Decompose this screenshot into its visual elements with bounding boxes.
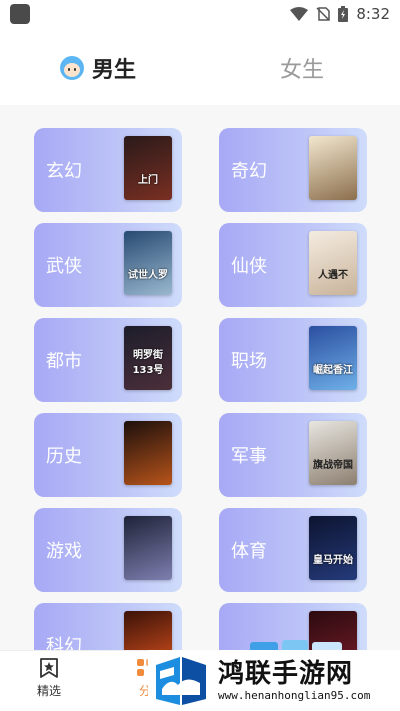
category-label: 职场 (231, 351, 267, 372)
status-time: 8:32 (356, 5, 390, 23)
cover-title: 旗战帝国 (313, 460, 353, 471)
wifi-icon (290, 7, 309, 21)
category-card[interactable]: 游戏 (34, 508, 182, 592)
book-cover (124, 516, 172, 580)
category-card[interactable]: 都市 明罗街133号 (34, 318, 182, 402)
notification-icon (10, 4, 30, 24)
category-label: 军事 (231, 446, 267, 467)
category-card[interactable]: 武侠 试世人罗 (34, 223, 182, 307)
status-bar: 8:32 (0, 0, 400, 28)
watermark: 鸿联手游网 www.henanhonglian95.com (148, 650, 400, 711)
category-label: 都市 (46, 351, 82, 372)
category-card[interactable]: 职场 崛起香江 (219, 318, 367, 402)
nav-featured-label: 精选 (36, 684, 61, 698)
book-cover (124, 421, 172, 485)
category-card[interactable]: 奇幻 (219, 128, 367, 212)
cover-title: 人遇不 (318, 270, 348, 281)
screen: 8:32 男生 女生 玄幻 上门 奇幻 武侠 试世人罗 仙侠 人遇不 都市 明罗… (0, 0, 400, 711)
category-label: 奇幻 (231, 161, 267, 182)
battery-icon (338, 6, 349, 22)
tab-female[interactable]: 女生 (280, 52, 324, 84)
book-cover (124, 611, 172, 650)
book-cover: 试世人罗 (124, 231, 172, 295)
book-cover: 旗战帝国 (309, 421, 357, 485)
category-card[interactable]: 科幻 (34, 603, 182, 650)
category-card[interactable]: 历史 (34, 413, 182, 497)
tab-female-label: 女生 (280, 58, 325, 83)
no-sim-icon (316, 7, 331, 21)
watermark-name: 鸿联手游网 (218, 659, 354, 689)
book-cover: 上门 (124, 136, 172, 200)
tab-male-label: 男生 (92, 58, 137, 83)
category-label: 科幻 (46, 636, 82, 650)
cover-title: 上门 (138, 175, 158, 186)
boy-avatar-icon (60, 56, 84, 80)
category-label: 游戏 (46, 541, 82, 562)
book-cover: 皇马开始 (309, 516, 357, 580)
category-card[interactable]: 仙侠 人遇不 (219, 223, 367, 307)
category-label: 体育 (231, 541, 267, 562)
cover-title: 明罗街133号 (132, 350, 164, 376)
watermark-url: www.henanhonglian95.com (218, 689, 371, 702)
category-label: 武侠 (46, 256, 82, 277)
gender-tabs: 男生 女生 (0, 40, 400, 100)
nav-featured[interactable]: 精选 (24, 657, 74, 699)
book-cover: 明罗街133号 (124, 326, 172, 390)
category-card[interactable]: 体育 皇马开始 (219, 508, 367, 592)
tab-male[interactable]: 男生 (60, 52, 136, 84)
cover-title: 崛起香江 (313, 365, 353, 376)
star-bookmark-icon (40, 658, 58, 678)
cover-title: 试世人罗 (128, 270, 168, 281)
category-label: 玄幻 (46, 161, 82, 182)
category-grid: 玄幻 上门 奇幻 武侠 试世人罗 仙侠 人遇不 都市 明罗街133号 职场 崛起… (0, 105, 400, 650)
category-label: 历史 (46, 446, 82, 467)
site-logo (156, 656, 206, 705)
cover-title: 皇马开始 (313, 555, 353, 566)
watermark-text: 鸿联手游网 www.henanhonglian95.com (218, 659, 370, 702)
category-card[interactable]: 军事 旗战帝国 (219, 413, 367, 497)
status-right: 8:32 (290, 5, 390, 23)
book-cover: 人遇不 (309, 231, 357, 295)
book-cover: 崛起香江 (309, 326, 357, 390)
book-cover (309, 136, 357, 200)
category-card[interactable]: 玄幻 上门 (34, 128, 182, 212)
category-label: 仙侠 (231, 256, 267, 277)
